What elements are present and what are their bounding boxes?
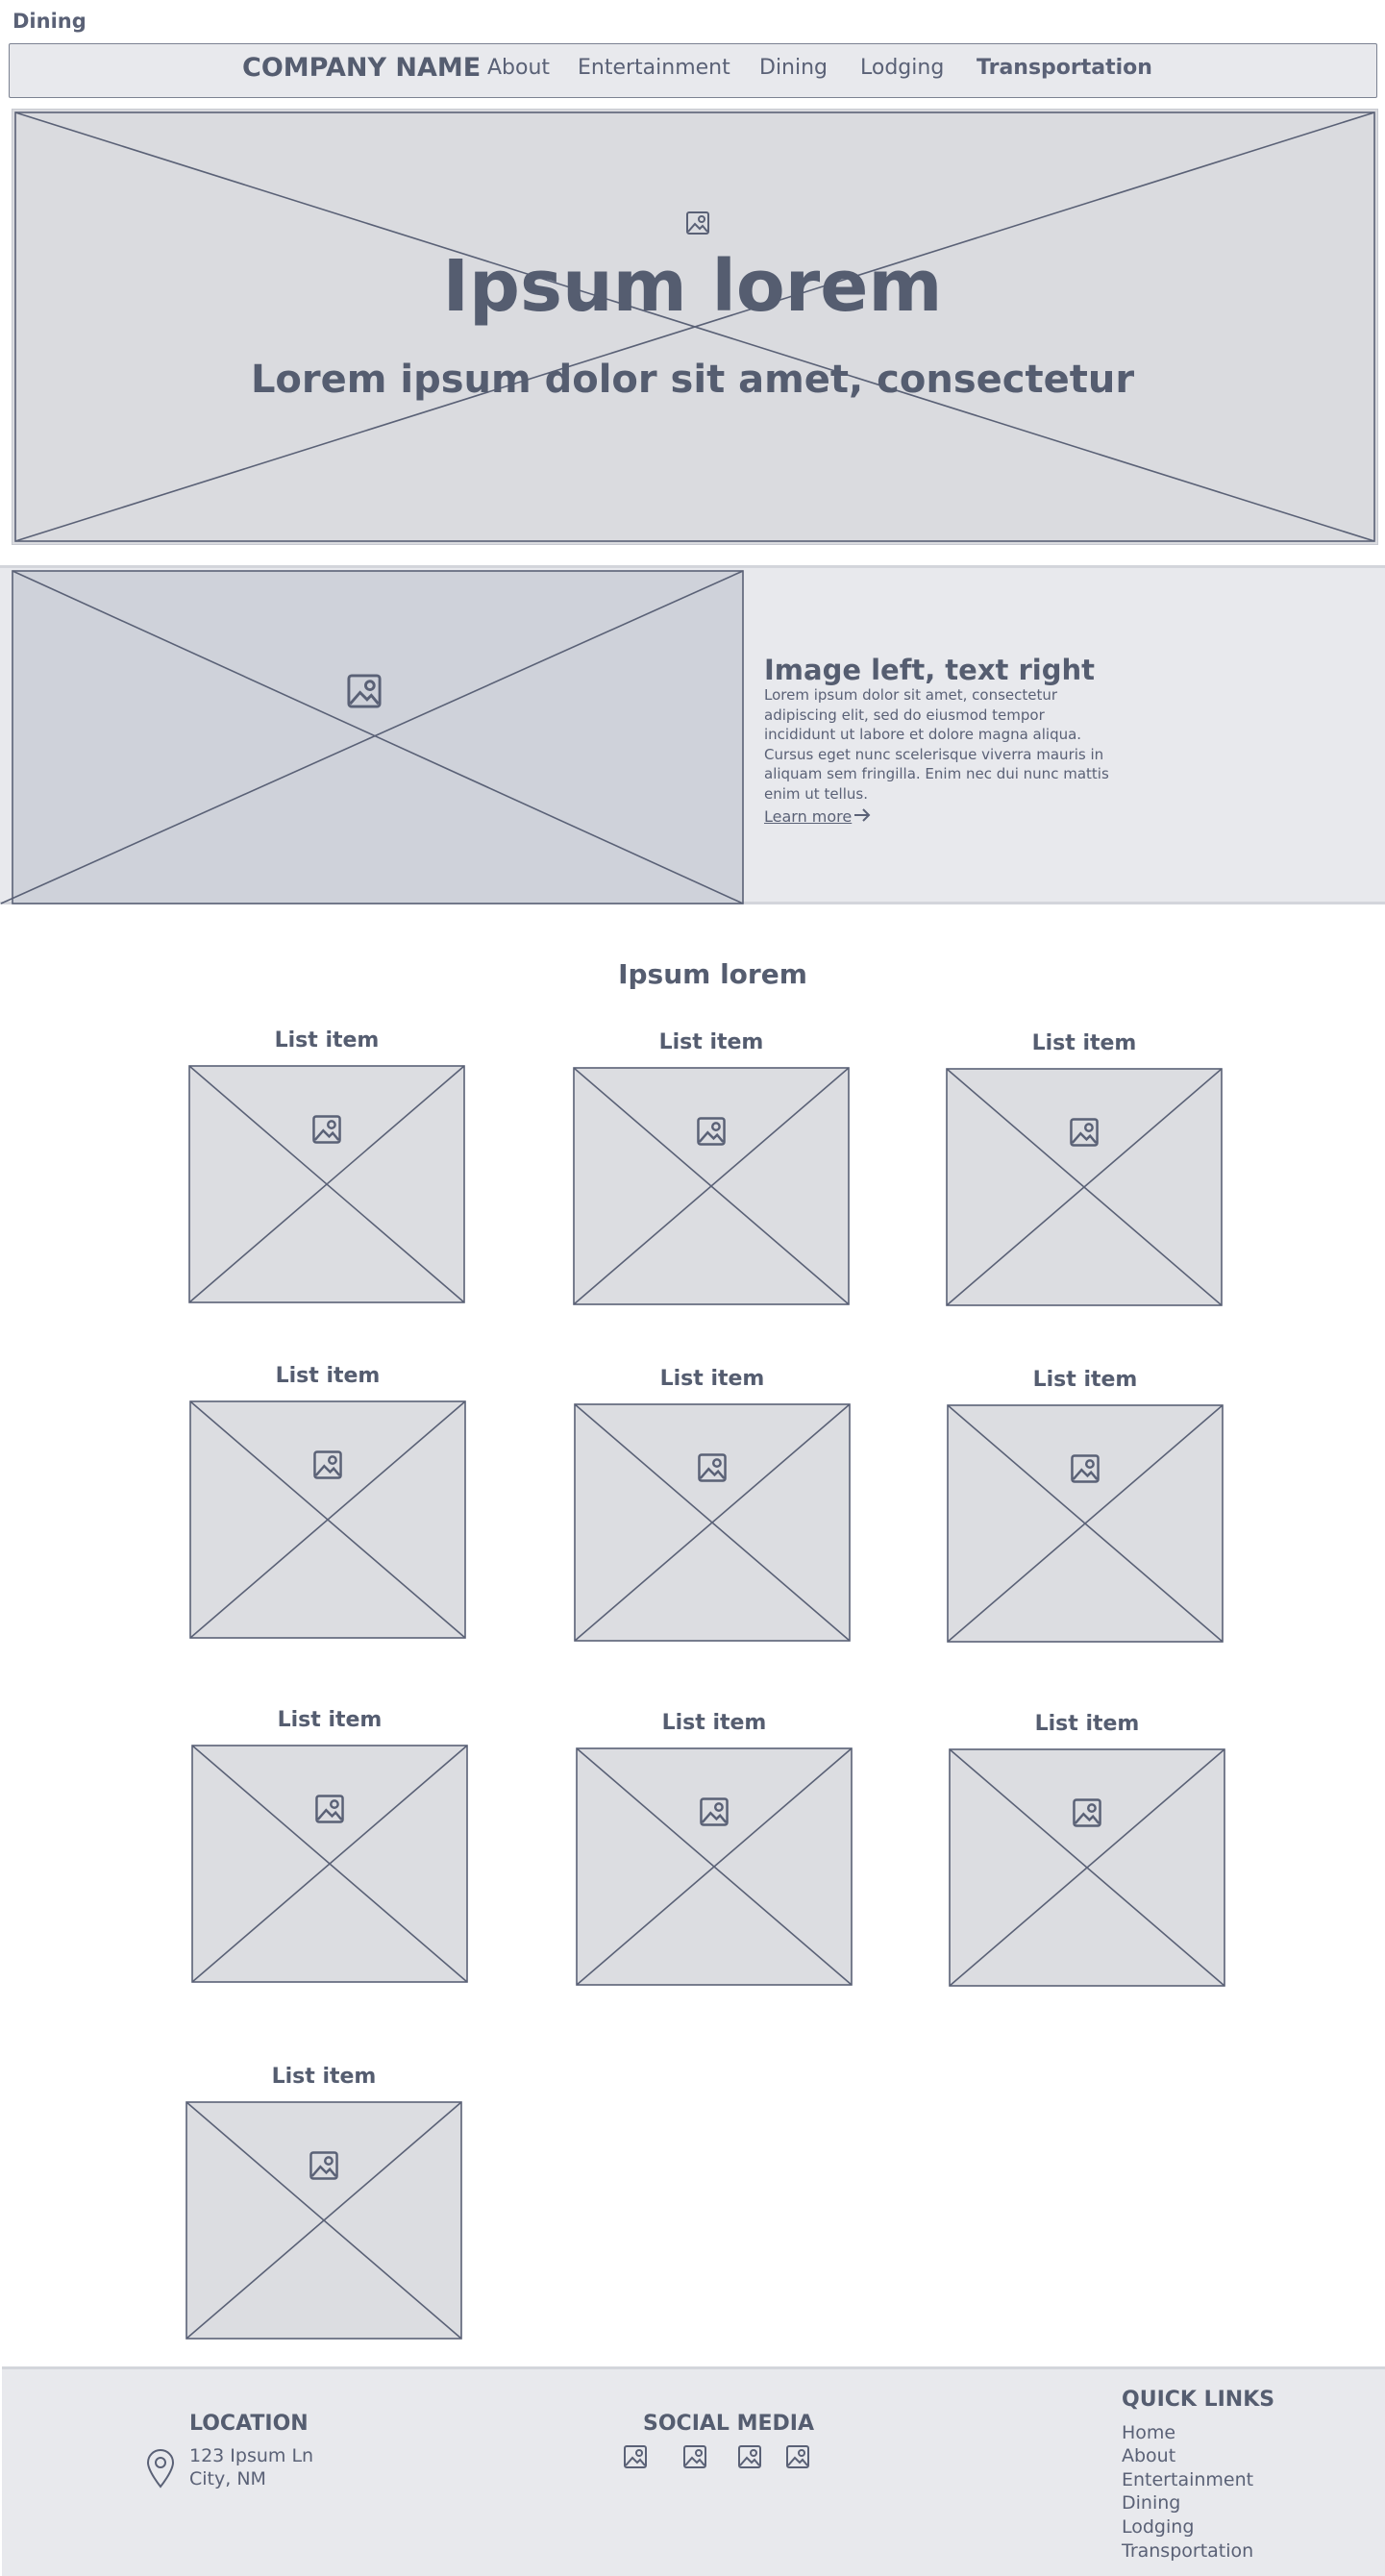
image-icon [347, 674, 382, 708]
image-icon [1071, 1454, 1100, 1483]
list-item-label: List item [1031, 1031, 1137, 1055]
feature-heading: Image left, text right [764, 654, 1096, 686]
quick-link-lodging[interactable]: Lodging [1122, 2515, 1194, 2539]
nav-link-entertainment[interactable]: Entertainment [578, 56, 730, 80]
quick-link-entertainment[interactable]: Entertainment [1122, 2468, 1253, 2492]
image-icon [1070, 1118, 1099, 1147]
hero-title: Ipsum lorem [442, 245, 943, 328]
list-item-image-placeholder[interactable] [573, 1067, 850, 1305]
list-item-image-placeholder[interactable] [574, 1403, 851, 1642]
list-item-label: List item [1032, 1368, 1138, 1392]
learn-more-link[interactable]: Learn more [764, 807, 852, 826]
quick-link-home[interactable]: Home [1122, 2421, 1175, 2445]
list-item-image-placeholder[interactable] [185, 2101, 462, 2340]
quick-links-heading: QUICK LINKS [1122, 2388, 1275, 2412]
list-item-label: List item [274, 1028, 380, 1053]
hero-subtitle: Lorem ipsum dolor sit amet, consectetur [250, 358, 1135, 402]
image-icon [315, 1795, 344, 1823]
image-icon [309, 2151, 338, 2180]
page-label: Dining [12, 10, 87, 33]
image-icon [313, 1450, 342, 1479]
list-item-image-placeholder[interactable] [191, 1745, 468, 1983]
image-icon [700, 1797, 729, 1826]
location-heading: LOCATION [189, 2412, 309, 2436]
nav-link-lodging[interactable]: Lodging [860, 56, 944, 80]
feature-body: Lorem ipsum dolor sit amet, consectetur … [764, 686, 1109, 803]
brand-logo-text[interactable]: COMPANY NAME [242, 53, 481, 83]
map-pin-icon [146, 2449, 175, 2489]
list-item-image-placeholder[interactable] [946, 1068, 1223, 1306]
list-item-label: List item [1034, 1712, 1140, 1736]
nav-link-about[interactable]: About [487, 56, 550, 80]
image-icon [312, 1115, 341, 1144]
image-icon [1073, 1798, 1101, 1827]
social-icon-1[interactable] [623, 2444, 648, 2469]
list-item-image-placeholder[interactable] [189, 1400, 466, 1639]
list-item-image-placeholder[interactable] [188, 1065, 465, 1303]
location-address-line1: 123 Ipsum Ln [189, 2445, 314, 2466]
list-section-title: Ipsum lorem [618, 958, 807, 990]
quick-link-dining[interactable]: Dining [1122, 2491, 1180, 2515]
image-icon [697, 1117, 726, 1146]
list-item-image-placeholder[interactable] [576, 1747, 853, 1986]
list-item-label: List item [659, 1367, 765, 1391]
list-item-image-placeholder[interactable] [947, 1404, 1224, 1643]
list-item-label: List item [271, 2065, 377, 2089]
list-item-label: List item [277, 1708, 383, 1732]
quick-link-transportation[interactable]: Transportation [1122, 2539, 1253, 2564]
social-icon-3[interactable] [737, 2444, 762, 2469]
list-item-label: List item [658, 1030, 764, 1054]
social-icon-2[interactable] [682, 2444, 707, 2469]
image-icon [698, 1453, 727, 1482]
quick-link-about[interactable]: About [1122, 2444, 1175, 2468]
location-address-line2: City, NM [189, 2468, 266, 2489]
arrow-right-icon[interactable] [853, 805, 872, 825]
list-item-label: List item [661, 1711, 767, 1735]
social-icon-4[interactable] [785, 2444, 810, 2469]
nav-link-transportation[interactable]: Transportation [977, 56, 1152, 80]
image-icon [686, 211, 709, 235]
nav-link-dining[interactable]: Dining [759, 56, 828, 80]
list-item-label: List item [275, 1364, 381, 1388]
feature-image-placeholder [0, 570, 744, 904]
social-media-heading: SOCIAL MEDIA [643, 2412, 814, 2436]
list-item-image-placeholder[interactable] [949, 1748, 1225, 1987]
